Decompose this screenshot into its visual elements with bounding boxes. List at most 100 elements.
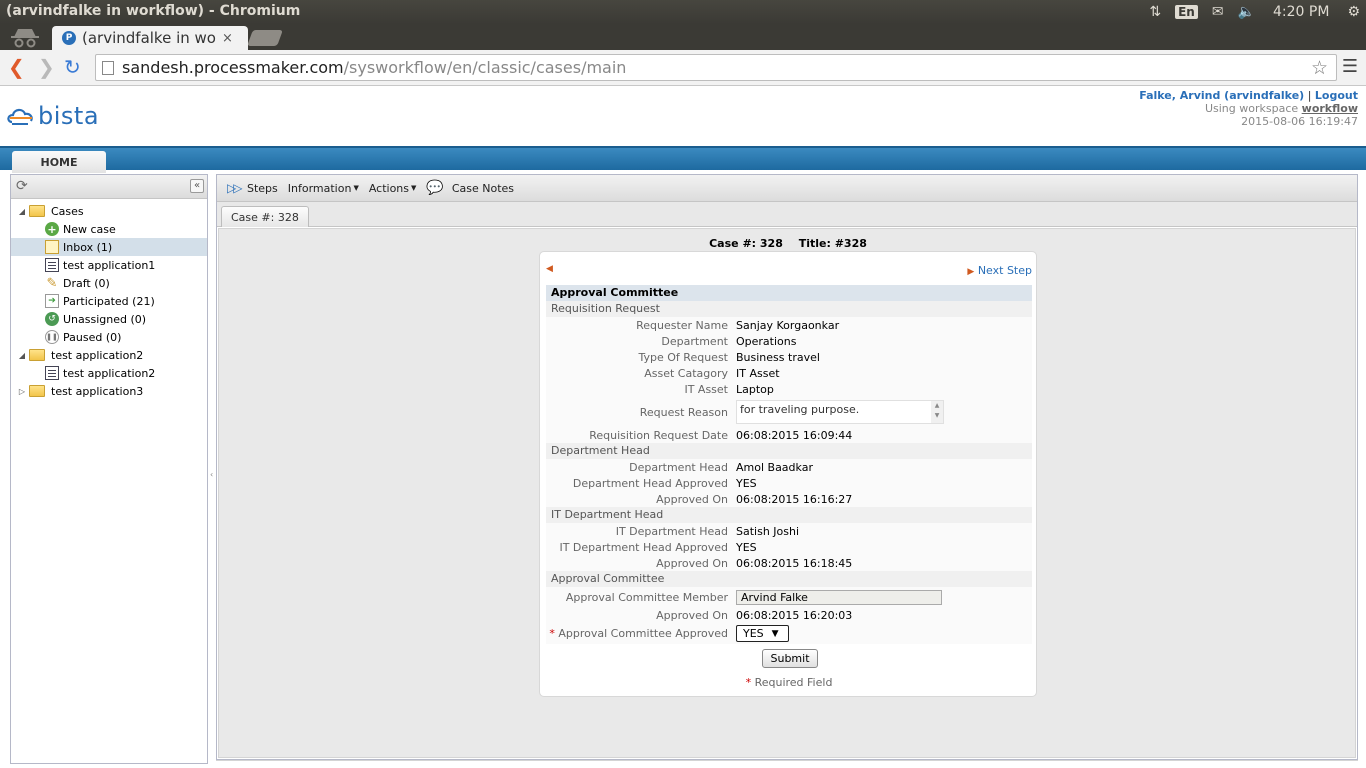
next-step-link[interactable]: ▶ Next Step [967, 264, 1032, 277]
request-reason-textarea[interactable]: for traveling purpose. ▲ ▼ [736, 400, 944, 424]
tree-label: New case [63, 222, 116, 236]
mail-icon[interactable]: ✉ [1212, 4, 1224, 20]
form-title: Approval Committee [546, 285, 1032, 301]
field-row: Requisition Request Date 06:08:2015 16:09… [546, 427, 1032, 443]
collapsed-arrow-icon[interactable]: ▷ [17, 387, 27, 396]
logo-text: bista [38, 102, 100, 130]
actions-menu[interactable]: Actions ▼ [369, 182, 417, 195]
keyboard-layout-indicator[interactable]: En [1175, 5, 1198, 19]
tree-item-new-case[interactable]: + New case [11, 220, 207, 238]
committee-approved-select[interactable]: YES ▼ [736, 625, 789, 642]
field-label: Requisition Request Date [589, 428, 728, 442]
committee-member-value: Arvind Falke [741, 590, 808, 604]
address-bar[interactable]: sandesh.processmaker.com/sysworkflow/en/… [95, 54, 1337, 81]
tree-folder-cases[interactable]: ◢ Cases [11, 202, 207, 220]
tree-label: test application3 [51, 384, 144, 398]
browser-tab-title: (arvindfalke in workflow) - ProcessMaker [82, 29, 216, 47]
tree-folder-test-application2[interactable]: ◢ test application2 [11, 346, 207, 364]
draft-pencil-icon: ✎ [46, 275, 58, 291]
browser-menu-icon[interactable]: ☰ [1342, 58, 1358, 76]
tree-label: test application2 [51, 348, 144, 362]
steps-button[interactable]: ▷▷ Steps [227, 181, 278, 195]
textarea-scrollbar[interactable]: ▲ ▼ [931, 401, 943, 423]
cloud-logo-icon [7, 108, 33, 125]
tab-home[interactable]: HOME [12, 151, 106, 173]
section-department-head: Department Head [546, 443, 1032, 459]
case-content: Case #: 328 Title: #328 ◀ ▶ Next Step Ap… [218, 228, 1356, 758]
tree-label: Paused (0) [63, 330, 122, 344]
refresh-icon[interactable]: ⟳ [16, 178, 28, 194]
incognito-icon [11, 29, 39, 48]
expand-arrow-icon[interactable]: ◢ [17, 351, 27, 360]
committee-member-input[interactable]: Arvind Falke [736, 589, 942, 605]
reload-icon[interactable]: ↻ [64, 56, 81, 78]
tree-item-test-application1[interactable]: test application1 [11, 256, 207, 274]
field-label: Type Of Request [638, 350, 728, 364]
field-label: Approval Committee Member [565, 590, 728, 604]
tree-item-inbox[interactable]: Inbox (1) [11, 238, 207, 256]
tree-item-unassigned[interactable]: ↺ Unassigned (0) [11, 310, 207, 328]
processmaker-favicon-icon: P [62, 31, 76, 45]
separator: | [1307, 89, 1312, 102]
tree-label: Participated (21) [63, 294, 155, 308]
unassigned-icon: ↺ [45, 312, 59, 326]
field-row: Asset Catagory IT Asset [546, 365, 1032, 381]
tree-item-paused[interactable]: ❚❚ Paused (0) [11, 328, 207, 346]
tree-label: Draft (0) [63, 276, 110, 290]
field-row: Department Head Approved YES [546, 475, 1032, 491]
splitter-handle-icon[interactable]: ‹ [210, 470, 213, 479]
bookmark-star-icon[interactable]: ☆ [1311, 57, 1328, 79]
field-value: Laptop [736, 382, 774, 396]
inbox-icon [45, 240, 59, 254]
paused-icon: ❚❚ [45, 330, 59, 344]
tree-item-participated[interactable]: ➔ Participated (21) [11, 292, 207, 310]
browser-tab-active[interactable]: P (arvindfalke in workflow) - ProcessMak… [52, 26, 248, 50]
step-navigation: ◀ ▶ Next Step [546, 264, 1032, 278]
window-title: (arvindfalke in workflow) - Chromium [6, 3, 301, 19]
collapse-panel-icon[interactable]: « [190, 179, 204, 193]
expand-arrow-icon[interactable]: ◢ [17, 207, 27, 216]
case-tabbar: Case #: 328 [217, 202, 1357, 227]
field-label: Department Head [629, 460, 728, 474]
submit-button[interactable]: Submit [762, 649, 818, 668]
case-panel: ▷▷ Steps Information ▼ Actions ▼ 💬 Case … [216, 174, 1358, 760]
tab-close-icon[interactable]: × [222, 31, 233, 46]
information-menu[interactable]: Information ▼ [288, 182, 359, 195]
user-name-link[interactable]: Falke, Arvind (arvindfalke) [1139, 89, 1304, 102]
tree-item-test-application2[interactable]: test application2 [11, 364, 207, 382]
workspace-link[interactable]: workflow [1302, 102, 1358, 115]
system-tray: ⇅ En ✉ 🔈 4:20 PM ⚙ [1135, 0, 1366, 24]
application-icon [45, 366, 59, 380]
participated-icon: ➔ [45, 294, 59, 308]
next-step-icon: ▶ [967, 267, 975, 277]
case-notes-button[interactable]: 💬 Case Notes [426, 180, 514, 196]
field-value: Sanjay Korgaonkar [736, 318, 840, 332]
field-value: YES [736, 540, 757, 554]
field-value: Amol Baadkar [736, 460, 813, 474]
section-approval-committee: Approval Committee [546, 571, 1032, 587]
back-arrow-icon[interactable]: ❮ [8, 56, 25, 78]
main-nav-bar: HOME [0, 146, 1366, 173]
field-row: Requester Name Sanjay Korgaonkar [546, 317, 1032, 333]
tree-folder-test-application3[interactable]: ▷ test application3 [11, 382, 207, 400]
network-icon[interactable]: ⇅ [1149, 4, 1161, 20]
browser-toolbar: ❮ ❯ ↻ sandesh.processmaker.com/sysworkfl… [0, 50, 1366, 86]
steps-icon: ▷▷ [227, 181, 243, 195]
volume-icon[interactable]: 🔈 [1238, 4, 1255, 20]
previous-step-icon[interactable]: ◀ [546, 264, 553, 274]
field-label: * Approval Committee Approved [546, 627, 736, 640]
tree-item-draft[interactable]: ✎ Draft (0) [11, 274, 207, 292]
clock[interactable]: 4:20 PM [1273, 4, 1329, 20]
chat-bubble-icon: 💬 [426, 180, 444, 196]
new-tab-button[interactable] [247, 30, 283, 46]
field-label: IT Department Head [615, 524, 728, 538]
page-icon [102, 60, 114, 75]
settings-gear-icon[interactable]: ⚙ [1347, 4, 1360, 20]
panel-splitter[interactable] [209, 174, 214, 764]
logout-link[interactable]: Logout [1315, 89, 1358, 102]
bottom-strip [216, 760, 1358, 768]
field-row: Approved On 06:08:2015 16:16:27 [546, 491, 1032, 507]
tab-case[interactable]: Case #: 328 [221, 206, 309, 227]
forward-arrow-icon[interactable]: ❯ [38, 56, 55, 78]
sidebar-toolbar: ⟳ « [11, 175, 207, 199]
